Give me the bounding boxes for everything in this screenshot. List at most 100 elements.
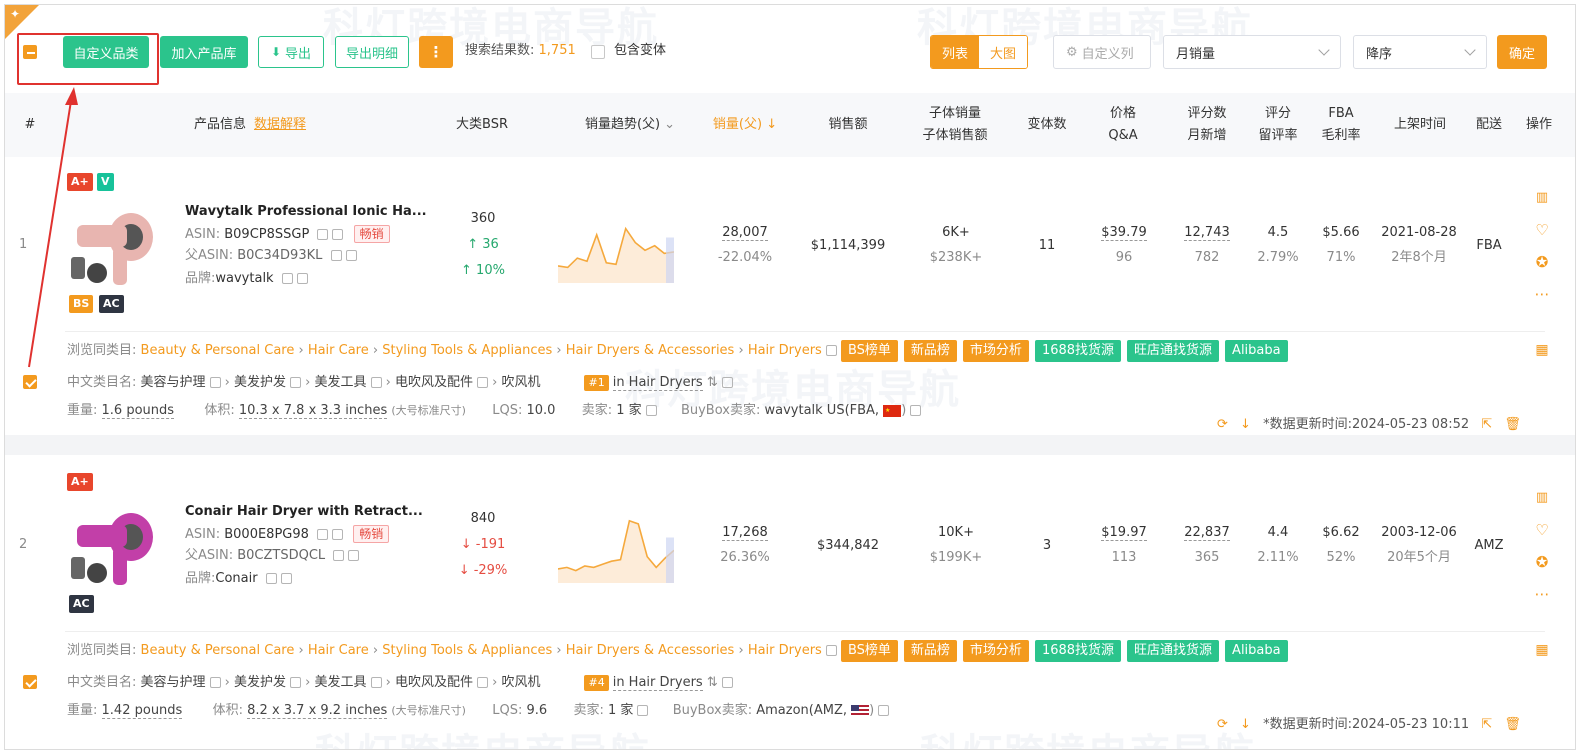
rank-category[interactable]: in Hair Dryers	[612, 375, 703, 391]
external-link-icon[interactable]	[721, 377, 733, 388]
variant-count[interactable]: 11	[1027, 234, 1067, 258]
col-listed[interactable]: 上架时间	[1380, 93, 1460, 157]
category-tag-button[interactable]: 1688找货源	[1034, 640, 1122, 662]
col-trend[interactable]: 销量趋势(父) ⌄	[570, 93, 690, 157]
external-link-icon[interactable]	[348, 550, 360, 561]
more-menu-button[interactable]: ⋮	[419, 36, 453, 68]
sort-order-select[interactable]: 降序	[1353, 35, 1487, 69]
cn-category-link[interactable]: 美发护发	[234, 375, 286, 390]
review-count[interactable]: 22,837	[1175, 521, 1239, 545]
review-count[interactable]: 12,743	[1175, 221, 1239, 245]
more-icon[interactable]: ⋯	[1533, 585, 1551, 603]
product-title[interactable]: Wavytalk Professional Ionic Ha...	[185, 200, 427, 224]
browse-category-link[interactable]: Hair Care	[308, 643, 369, 658]
browse-category-link[interactable]: Hair Dryers	[748, 643, 822, 658]
external-link-icon[interactable]	[878, 705, 890, 716]
browse-category-link[interactable]: Hair Dryers	[748, 343, 822, 358]
compass-icon[interactable]: ✪	[1533, 553, 1551, 571]
external-link-icon[interactable]	[290, 677, 302, 688]
browse-category-link[interactable]: Styling Tools & Appliances	[382, 343, 552, 358]
trash-icon[interactable]: 🗑	[1504, 417, 1521, 432]
category-tag-button[interactable]: 新品榜	[903, 340, 957, 362]
cn-category-link[interactable]: 电吹风及配件	[395, 375, 473, 390]
copy-icon[interactable]	[265, 573, 277, 584]
browse-category-link[interactable]: Beauty & Personal Care	[141, 643, 295, 658]
variant-count[interactable]: 3	[1027, 534, 1067, 558]
calculator-icon[interactable]: ▦	[1533, 341, 1551, 359]
browse-category-link[interactable]: Beauty & Personal Care	[141, 343, 295, 358]
category-tag-button[interactable]: 旺店通找货源	[1127, 640, 1220, 662]
cn-category-link[interactable]: 美容与护理	[141, 375, 206, 390]
external-link-icon[interactable]	[296, 273, 308, 284]
browse-category-link[interactable]: Hair Dryers & Accessories	[566, 343, 735, 358]
external-link-icon[interactable]	[825, 345, 837, 356]
external-link-icon[interactable]	[477, 377, 488, 388]
external-link-icon[interactable]	[209, 377, 221, 388]
sort-field-select[interactable]: 月销量	[1163, 35, 1341, 69]
row-checkbox[interactable]	[23, 675, 37, 689]
category-tag-button[interactable]: 旺店通找货源	[1127, 340, 1220, 362]
asin-value[interactable]: B000E8PG98	[224, 527, 309, 542]
include-variants-label[interactable]: 包含变体	[614, 39, 666, 63]
col-variants[interactable]: 变体数	[1017, 93, 1077, 157]
add-to-library-button[interactable]: 加入产品库	[160, 36, 248, 68]
buybox-seller[interactable]: Amazon(AMZ,	[756, 703, 847, 718]
col-reviews[interactable]: 评分数 月新增	[1177, 93, 1237, 157]
parent-asin-value[interactable]: B0C34D93KL	[237, 248, 322, 263]
copy-icon[interactable]	[333, 550, 345, 561]
copy-icon[interactable]	[281, 273, 293, 284]
external-link-icon[interactable]	[370, 677, 382, 688]
bar-chart-icon[interactable]: ▥	[1533, 189, 1551, 207]
cn-category-link[interactable]: 美容与护理	[141, 675, 206, 690]
product-title[interactable]: Conair Hair Dryer with Retract...	[185, 500, 423, 524]
download-icon[interactable]: ↓	[1240, 417, 1251, 432]
external-link-icon[interactable]	[332, 529, 344, 540]
external-link-icon[interactable]	[645, 405, 657, 416]
refresh-icon[interactable]: ⟳	[1217, 417, 1228, 432]
cn-category-link[interactable]: 吹风机	[501, 675, 540, 690]
col-price[interactable]: 价格 Q&A	[1095, 93, 1151, 157]
external-link-icon[interactable]	[477, 677, 488, 688]
category-tag-button[interactable]: BS榜单	[840, 640, 898, 662]
sales-value[interactable]: 17,268	[705, 521, 785, 545]
heart-icon[interactable]: ♡	[1533, 221, 1551, 239]
confirm-button[interactable]: 确定	[1497, 35, 1547, 69]
brand-value[interactable]: wavytalk	[215, 271, 273, 286]
col-sales[interactable]: 销量(父) ↓	[700, 93, 790, 157]
col-fba[interactable]: FBA 毛利率	[1313, 93, 1369, 157]
external-link-icon[interactable]	[825, 645, 837, 656]
category-tag-button[interactable]: Alibaba	[1225, 640, 1288, 662]
price-value[interactable]: $19.97	[1093, 521, 1155, 545]
sort-icon[interactable]: ⇅	[703, 675, 718, 690]
cn-category-link[interactable]: 美发工具	[315, 375, 367, 390]
heart-icon[interactable]: ♡	[1533, 521, 1551, 539]
more-icon[interactable]: ⋯	[1533, 285, 1551, 303]
col-bsr[interactable]: 大类BSR	[445, 93, 519, 157]
external-link-icon[interactable]	[280, 573, 292, 584]
external-link-icon[interactable]	[290, 377, 302, 388]
trash-icon[interactable]: 🗑	[1504, 717, 1521, 732]
category-tag-button[interactable]: Alibaba	[1225, 340, 1288, 362]
external-link-icon[interactable]	[910, 405, 922, 416]
refresh-icon[interactable]: ⟳	[1217, 717, 1228, 732]
view-list-button[interactable]: 列表	[931, 36, 979, 68]
external-link-icon[interactable]	[209, 677, 221, 688]
copy-icon[interactable]	[317, 529, 329, 540]
parent-asin-value[interactable]: B0CZTSDQCL	[237, 548, 325, 563]
copy-icon[interactable]	[330, 250, 342, 261]
cn-category-link[interactable]: 吹风机	[501, 375, 540, 390]
calculator-icon[interactable]: ▦	[1533, 641, 1551, 659]
col-child-sales[interactable]: 子体销量 子体销售额	[910, 93, 1000, 157]
sort-icon[interactable]: ⇅	[703, 375, 718, 390]
category-tag-button[interactable]: BS榜单	[840, 340, 898, 362]
cn-category-link[interactable]: 美发工具	[315, 675, 367, 690]
external-link-icon[interactable]	[332, 229, 344, 240]
category-tag-button[interactable]: 市场分析	[962, 640, 1029, 662]
external-link-icon[interactable]	[637, 705, 649, 716]
category-tag-button[interactable]: 新品榜	[903, 640, 957, 662]
category-tag-button[interactable]: 市场分析	[962, 340, 1029, 362]
export-detail-button[interactable]: 导出明细	[335, 36, 409, 68]
brand-value[interactable]: Conair	[215, 571, 257, 586]
cn-category-link[interactable]: 电吹风及配件	[395, 675, 473, 690]
category-tag-button[interactable]: 1688找货源	[1034, 340, 1122, 362]
